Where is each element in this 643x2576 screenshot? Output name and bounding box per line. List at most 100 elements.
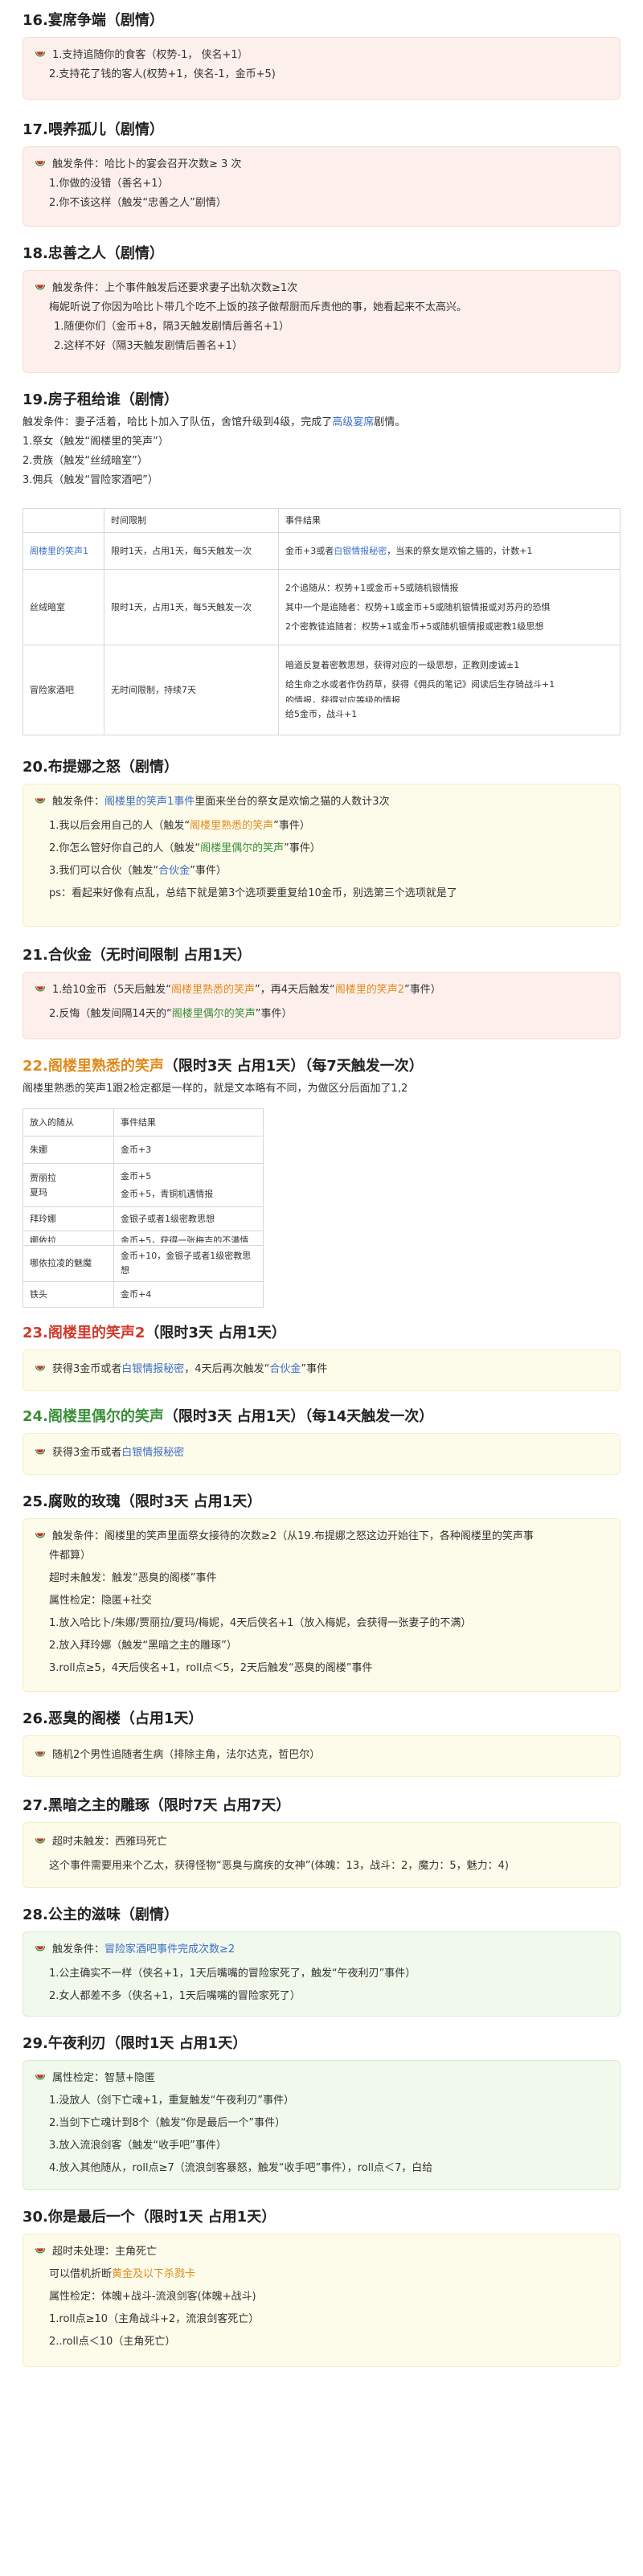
option-text: 1.roll点≥10（主角战斗+2，流浪剑客死亡） (49, 2313, 260, 2325)
option-text: 1.公主确实不一样（侠名+1，1天后嘴嘴的冒险家死了，触发“午夜利刃”事件） (49, 1968, 416, 1980)
table-row: 冒险家酒吧 无时间限制，持续7天 暗道反复着密教思想，获得对应的一级思想，正教则… (23, 645, 620, 735)
link-occasional-laughter[interactable]: 阁楼里偶尔的笑声 (200, 842, 284, 854)
watermelon-icon (35, 795, 46, 806)
link-adventurer-bar[interactable]: 冒险家酒吧事件完成次数≥2 (104, 1943, 235, 1956)
option-text: 2.放入拜玲娜（触发“黑暗之主的雕琢”） (49, 1640, 237, 1652)
section-25-title: 25.腐败的玫瑰（限时3天 占用1天） (23, 1493, 262, 1510)
section-30-box: 超时未处理：主角死亡 可以借机折断黄金及以下杀戮卡 属性检定：体魄+战斗-流浪剑… (23, 2234, 620, 2367)
watermelon-icon (35, 1530, 46, 1541)
watermelon-icon (35, 1943, 46, 1954)
option-text: 1.没放人（剑下亡魂+1，重复触发“午夜利刃”事件） (49, 2095, 295, 2107)
link-advanced-banquet[interactable]: 高级宴席 (332, 416, 374, 428)
section-23-title: 23.阁楼里的笑声2（限时3天 占用1天） (23, 1325, 286, 1341)
section-27-title: 27.黑暗之主的雕琢（限时7天 占用7天） (23, 1797, 291, 1814)
timeout-text: 超时未触发：西雅玛死亡 (52, 1836, 168, 1848)
option-text: 1.随便你们（金币+8，隔3天触发剧情后善名+1） (54, 321, 290, 333)
watermelon-icon (35, 48, 46, 59)
link-silver-intel[interactable]: 白银情报秘密 (121, 1363, 184, 1375)
section-16-title: 16.宴席争端（剧情） (23, 12, 164, 29)
link-partnership-gold[interactable]: 合伙金 (269, 1363, 301, 1375)
section-22-desc: 阁楼里熟悉的笑声1跟2检定都是一样的，就是文本略有不同，为做区分后面加了1,2 (23, 1083, 408, 1095)
ps-note: ps：看起来好像有点乱，总结下就是第3个选项要重复给10金币，别选第三个选项就是… (49, 887, 457, 899)
table-row: 拜玲娜 金银子或者1级密教思想 (23, 1206, 264, 1231)
watermelon-icon (35, 1446, 46, 1457)
trigger-condition: 触发条件：阁楼里的笑声里面祭女接待的次数≥2（从19.布提娜之怒这边开始往下，各… (52, 1530, 534, 1542)
table-row: 丝绒暗室 限时1天，占用1天，每5天触发一次 2个追随从：权势+1或金币+5或随… (23, 569, 620, 645)
section-29-box: 属性检定：智慧+隐匿 1.没放人（剑下亡魂+1，重复触发“午夜利刃”事件） 2.… (23, 2060, 620, 2190)
option-text: 1.你做的没错（善名+1） (49, 178, 169, 190)
option-text: 1.放入哈比卜/朱娜/贾丽拉/夏玛/梅妮，4天后侠名+1（放入梅妮，会获得一张妻… (49, 1617, 472, 1629)
section-18-title: 18.忠善之人（剧情） (23, 245, 164, 262)
section-26-box: 随机2个男性追随者生病（排除主角，法尔达克，哲巴尔） (23, 1735, 620, 1777)
watermelon-icon (35, 2071, 46, 2083)
option-text: 3.roll点≥5，4天后侠名+1，roll点＜5，2天后触发“恶臭的阁楼”事件 (49, 1662, 373, 1674)
story-text: 梅妮听说了你因为哈比卜带几个吃不上饭的孩子做帮厨而斥责他的事，她看起来不太高兴。 (49, 301, 468, 313)
link-silver-intel[interactable]: 白银情报秘密 (121, 1447, 184, 1459)
option-text: 2.你不该这样（触发“忠善之人”剧情） (49, 197, 227, 209)
table-header-row: 时间限制 事件结果 (23, 508, 620, 533)
section-23-box: 获得3金币或者白银情报秘密，4天后再次触发“合伙金”事件 (23, 1349, 620, 1391)
link-silver-intel[interactable]: 白银情报秘密 (334, 546, 387, 556)
option-text: 1.支持追随你的食客（权势-1， 侠名+1） (52, 49, 248, 61)
watermelon-icon (35, 983, 46, 994)
attribute-check: 属性检定：智慧+隐匿 (52, 2072, 155, 2084)
section-19-intro: 触发条件：妻子活着，哈比卜加入了队伍，舍馆升级到4级，完成了高级宴席剧情。 (23, 416, 406, 428)
table-row: 贾丽拉 夏玛 金币+5 金币+5，青铜机遇情报 (23, 1163, 264, 1207)
option-text: 2.女人都差不多（侠名+1，1天后嘴嘴的冒险家死了） (49, 1990, 301, 2002)
table-link-cell[interactable]: 阁楼里的笑声1 (23, 532, 104, 570)
link-familiar-laughter[interactable]: 阁楼里熟悉的笑声 (171, 984, 255, 996)
table-row: 哪依拉凌的魅魔 金币+10，金银子或者1级密教思想 (23, 1245, 264, 1282)
section-17-box: 触发条件：哈比卜的宴会召开次数≥ 3 次 1.你做的没错（善名+1） 2.你不该… (23, 146, 620, 227)
option-text: 4.放入其他随从，roll点≥7（流浪剑客暴怒，触发“收手吧”事件），roll点… (49, 2162, 433, 2174)
section-19-title: 19.房子租给谁（剧情） (23, 391, 178, 408)
table-row: 铁头 金币+4 (23, 1281, 264, 1308)
section-27-box: 超时未触发：西雅玛死亡 这个事件需要用来个乙太，获得怪物“恶臭与腐疾的女神”(体… (23, 1822, 620, 1888)
link-occasional-laughter[interactable]: 阁楼里偶尔的笑声 (172, 1008, 256, 1020)
section-17-title: 17.喂养孤儿（剧情） (23, 121, 164, 138)
timeout-text: 超时未处理：主角死亡 (52, 2246, 158, 2258)
section-28-box: 触发条件：冒险家酒吧事件完成次数≥2 1.公主确实不一样（侠名+1，1天后嘴嘴的… (23, 1931, 620, 2017)
link-attic-laughter-2[interactable]: 阁楼里的笑声2 (335, 984, 404, 996)
section-26-title: 26.恶臭的阁楼（占用1天） (23, 1710, 203, 1727)
watermelon-icon (35, 1835, 46, 1846)
table-row: 娜依拉 金币+5，获得一张梅吉的不满情 (23, 1231, 264, 1246)
timeout-text: 超时未触发：触发“恶臭的阁楼”事件 (49, 1572, 217, 1584)
watermelon-icon (35, 1362, 46, 1374)
link-familiar-laughter[interactable]: 阁楼里熟悉的笑声 (190, 820, 273, 832)
section-22-title: 22.阁楼里熟悉的笑声（限时3天 占用1天）（每7天触发一次） (23, 1058, 424, 1075)
option-text: 2.当剑下亡魂计到8个（触发“你是最后一个”事件） (49, 2117, 286, 2129)
watermelon-icon (35, 1748, 46, 1759)
option-text: 2.这样不好（隔3天触发剧情后善名+1） (54, 340, 243, 352)
table-row: 朱娜 金币+3 (23, 1136, 264, 1164)
section-21-title: 21.合伙金（无时间限制 占用1天） (23, 947, 252, 964)
watermelon-icon (35, 281, 46, 293)
link-gold-kill-card[interactable]: 黄金及以下杀戮卡 (112, 2268, 195, 2280)
section-22-table: 放入的随从 事件结果 朱娜 金币+3 贾丽拉 夏玛 金币+5 金币+5，青铜机遇情报 拜… (23, 1108, 264, 1308)
watermelon-icon (35, 158, 46, 169)
option-text: 3.佣兵（触发“冒险家酒吧”） (23, 474, 158, 486)
section-25-box: 触发条件：阁楼里的笑声里面祭女接待的次数≥2（从19.布提娜之怒这边开始往下，各… (23, 1518, 620, 1692)
attribute-check: 属性检定：隐匿+社交 (49, 1595, 152, 1607)
link-attic-laughter-1[interactable]: 阁楼里的笑声1事件 (104, 796, 195, 808)
section-20-box: 触发条件：阁楼里的笑声1事件里面来坐台的祭女是欢愉之猫的人数计3次 1.我以后会… (23, 784, 620, 927)
section-30-title: 30.你是最后一个（限时1天 占用1天） (23, 2209, 276, 2226)
option-text: 3.放入流浪剑客（触发“收手吧”事件） (49, 2140, 227, 2152)
option-text: 2..roll点＜10（主角死亡） (49, 2336, 176, 2348)
option-text: 1.祭女（触发“阁楼里的笑声”） (23, 436, 169, 448)
section-21-box: 1.给10金币（5天后触发“阁楼里熟悉的笑声”，再4天后触发“阁楼里的笑声2”事… (23, 972, 620, 1039)
section-16-box: 1.支持追随你的食客（权势-1， 侠名+1） 2.支持花了钱的客人(权势+1，侠… (23, 37, 620, 100)
table-header-row: 放入的随从 事件结果 (23, 1108, 264, 1136)
link-partnership-gold[interactable]: 合伙金 (158, 865, 190, 877)
attribute-check: 属性检定：体魄+战斗-流浪剑客(体魄+战斗) (49, 2291, 256, 2303)
section-18-box: 触发条件：上个事件触发后还要求妻子出轨次数≥1次 梅妮听说了你因为哈比卜带几个吃… (23, 270, 620, 373)
section-19-table: 时间限制 事件结果 阁楼里的笑声1 限时1天，占用1天，每5天触发一次 金币+3… (23, 508, 620, 735)
section-20-title: 20.布提娜之怒（剧情） (23, 759, 178, 776)
section-24-box: 获得3金币或者白银情报秘密 (23, 1433, 620, 1475)
option-text: 2.贵族（触发“丝绒暗室”） (23, 455, 148, 467)
watermelon-icon (35, 2245, 46, 2256)
section-28-title: 28.公主的滋味（剧情） (23, 1906, 178, 1923)
trigger-condition: 触发条件：上个事件触发后还要求妻子出轨次数≥1次 (52, 282, 298, 294)
section-24-title: 24.阁楼里偶尔的笑声（限时3天 占用1天）（每14天触发一次） (23, 1408, 434, 1425)
option-text: 2.支持花了钱的客人(权势+1，侠名-1，金币+5) (49, 68, 276, 80)
trigger-condition: 触发条件：哈比卜的宴会召开次数≥ 3 次 (52, 158, 242, 170)
